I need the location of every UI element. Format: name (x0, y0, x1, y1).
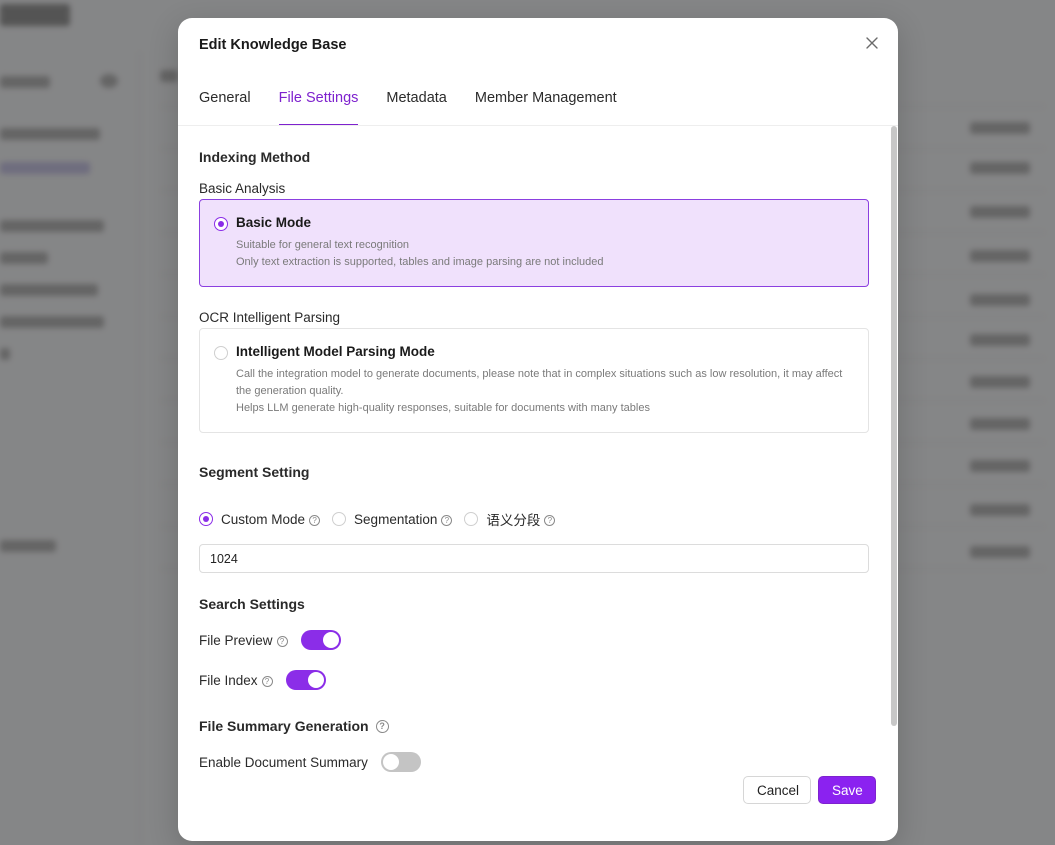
file-index-toggle[interactable] (285, 670, 326, 690)
content-scrollbar[interactable] (891, 126, 897, 726)
segment-mode-options: Custom Mode ? Segmentation ? 语义分段 ? (199, 510, 567, 528)
document-summary-toggle[interactable] (380, 752, 421, 772)
search-settings-title: Search Settings (199, 596, 305, 612)
help-icon[interactable]: ? (544, 514, 556, 526)
semantic-segment-radio[interactable] (464, 512, 479, 526)
help-icon[interactable]: ? (261, 675, 273, 687)
enable-document-summary-label: Enable Document Summary (199, 754, 368, 770)
tab-member-management[interactable]: Member Management (475, 90, 617, 126)
file-index-row: File Index ? (199, 670, 326, 690)
segment-setting-title: Segment Setting (199, 464, 310, 480)
basic-mode-desc-2: Only text extraction is supported, table… (236, 256, 604, 268)
tab-file-settings[interactable]: File Settings (278, 90, 358, 126)
intelligent-model-desc-1: Call the integration model to generate d… (236, 368, 843, 397)
segment-option-semantic[interactable]: 语义分段 ? (464, 509, 556, 529)
file-preview-label: File Preview (199, 632, 273, 648)
intelligent-model-card[interactable]: Intelligent Model Parsing Mode Call the … (199, 328, 869, 433)
segmentation-label: Segmentation (354, 511, 438, 527)
file-preview-toggle[interactable] (300, 630, 341, 650)
tab-metadata[interactable]: Metadata (386, 90, 446, 126)
intelligent-model-radio[interactable] (214, 346, 228, 360)
basic-mode-title: Basic Mode (236, 215, 312, 230)
file-summary-title: File Summary Generation (199, 718, 369, 734)
basic-mode-radio[interactable] (214, 217, 228, 231)
file-summary-title-row: File Summary Generation ? (199, 718, 389, 734)
segment-length-input[interactable] (199, 544, 869, 573)
help-icon[interactable]: ? (441, 514, 453, 526)
custom-mode-label: Custom Mode (221, 511, 306, 527)
file-index-label: File Index (199, 672, 258, 688)
help-icon[interactable]: ? (276, 635, 288, 647)
indexing-method-title: Indexing Method (199, 149, 311, 165)
basic-mode-desc-1: Suitable for general text recognition (236, 239, 410, 251)
close-icon[interactable] (864, 35, 880, 51)
intelligent-model-desc-2: Helps LLM generate high-quality response… (236, 402, 650, 414)
file-preview-row: File Preview ? (199, 630, 341, 650)
segment-option-custom[interactable]: Custom Mode ? (199, 511, 321, 527)
segment-option-segmentation[interactable]: Segmentation ? (332, 511, 453, 527)
dialog-title: Edit Knowledge Base (199, 37, 347, 53)
help-icon[interactable]: ? (309, 514, 321, 526)
cancel-button[interactable]: Cancel (743, 776, 811, 804)
ocr-parsing-label: OCR Intelligent Parsing (199, 310, 341, 325)
save-button[interactable]: Save (818, 776, 876, 804)
custom-mode-radio[interactable] (199, 512, 213, 526)
file-settings-panel: Indexing Method Basic Analysis Basic Mod… (199, 126, 869, 772)
edit-knowledge-base-dialog: Edit Knowledge Base General File Setting… (178, 18, 898, 841)
help-icon[interactable]: ? (375, 719, 389, 733)
basic-mode-card[interactable]: Basic Mode Suitable for general text rec… (199, 199, 869, 287)
segmentation-radio[interactable] (332, 512, 347, 526)
basic-analysis-label: Basic Analysis (199, 181, 286, 196)
document-summary-row: Enable Document Summary (199, 752, 421, 772)
intelligent-model-title: Intelligent Model Parsing Mode (236, 344, 435, 359)
tab-general[interactable]: General (199, 90, 251, 126)
semantic-segment-label: 语义分段 (486, 513, 541, 528)
dialog-tabs: General File Settings Metadata Member Ma… (199, 90, 898, 126)
